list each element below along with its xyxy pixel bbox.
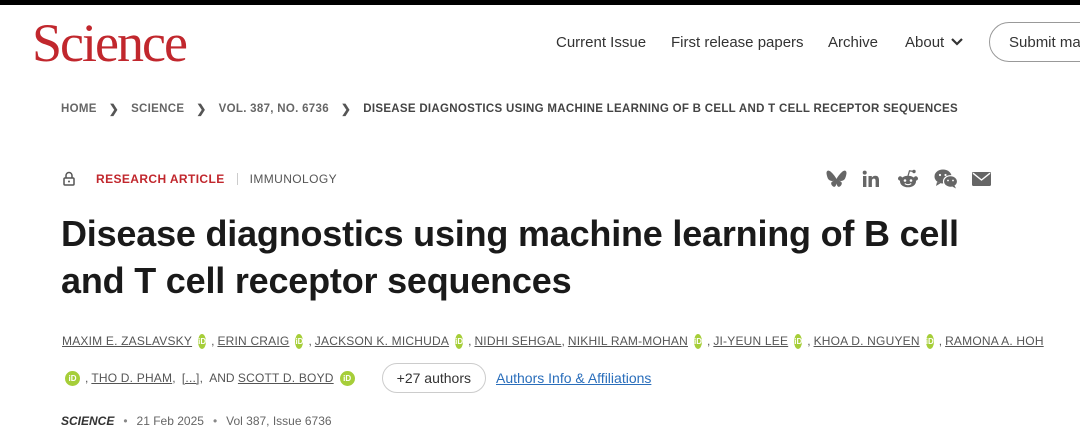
chevron-down-icon [951, 38, 963, 46]
author-name[interactable]: SCOTT D. BOYD [238, 371, 334, 385]
orcid-icon[interactable]: iD [198, 333, 207, 349]
breadcrumb-science[interactable]: SCIENCE [131, 103, 184, 115]
author-name[interactable]: KHOA D. NGUYEN [814, 334, 920, 348]
author-separator: , [561, 334, 565, 348]
author-name[interactable]: JI-YEUN LEE [713, 334, 788, 348]
email-icon [972, 172, 991, 186]
nav-first-release[interactable]: First release papers [671, 5, 804, 79]
orcid-icon[interactable]: iD [339, 370, 355, 386]
science-logo[interactable]: Science [32, 16, 188, 70]
nav-archive[interactable]: Archive [828, 5, 878, 79]
wechat-icon [934, 169, 958, 189]
reddit-icon [898, 169, 918, 188]
submit-manuscript-button[interactable]: Submit ma [989, 22, 1080, 62]
author-separator: , [172, 371, 179, 385]
orcid-icon[interactable]: iD [794, 333, 803, 349]
share-reddit[interactable] [897, 168, 919, 190]
article-type: RESEARCH ARTICLE [96, 171, 225, 186]
nav-about[interactable]: About [905, 5, 964, 79]
author-name[interactable]: THO D. PHAM [91, 371, 172, 385]
orcid-icon[interactable]: iD [295, 333, 304, 349]
author-separator: , [468, 334, 472, 348]
author-separator: , [211, 334, 215, 348]
more-authors-button[interactable]: +27 authors [381, 363, 486, 393]
article-meta-row: RESEARCH ARTICLE IMMUNOLOGY [62, 171, 337, 186]
author-separator: , [706, 334, 711, 348]
author-name[interactable]: RAMONA A. HOH [945, 334, 1044, 348]
author-list: MAXIM E. ZASLAVSKY iD, ERIN CRAIG iD, JACKSO… [62, 331, 1043, 393]
share-linkedin[interactable] [862, 168, 880, 190]
nav-current-issue-link[interactable]: Current Issue [556, 34, 646, 51]
linkedin-icon [862, 170, 879, 187]
nav-first-release-link[interactable]: First release papers [671, 34, 804, 51]
author-name[interactable]: MAXIM E. ZASLAVSKY [62, 334, 192, 348]
article-subject[interactable]: IMMUNOLOGY [250, 172, 337, 186]
breadcrumb: HOME ❯ SCIENCE ❯ VOL. 387, NO. 6736 ❯ DI… [61, 102, 958, 116]
author-separator: , [938, 334, 943, 348]
breadcrumb-current: DISEASE DIAGNOSTICS USING MACHINE LEARNI… [363, 103, 959, 115]
nav-current-issue[interactable]: Current Issue [556, 5, 646, 79]
chevron-right-icon: ❯ [108, 102, 120, 116]
orcid-icon[interactable]: iD [925, 333, 934, 349]
author-separator: , [308, 334, 312, 348]
article-content: HOME ❯ SCIENCE ❯ VOL. 387, NO. 6736 ❯ DI… [0, 79, 1080, 433]
nav-about-link[interactable]: About [905, 34, 944, 51]
bluesky-icon [826, 170, 847, 187]
author-name[interactable]: NIKHIL RAM-MOHAN [568, 334, 688, 348]
author-name[interactable]: ERIN CRAIG [217, 334, 289, 348]
author-name[interactable]: JACKSON K. MICHUDA [315, 334, 449, 348]
author-separator: , [807, 334, 811, 348]
site-header: Science Current Issue First release pape… [0, 5, 1080, 79]
share-email[interactable] [972, 168, 991, 190]
author-conjunction: AND [209, 371, 235, 385]
author-name[interactable]: NIDHI SEHGAL [474, 334, 561, 348]
share-bluesky[interactable] [826, 168, 847, 190]
orcid-icon[interactable]: iD [693, 333, 702, 349]
breadcrumb-home[interactable]: HOME [61, 103, 97, 115]
chevron-right-icon: ❯ [196, 102, 207, 116]
meta-separator: • [123, 414, 128, 428]
journal-name[interactable]: SCIENCE [61, 414, 114, 428]
divider [236, 172, 238, 185]
article-title: Disease diagnostics using machine learni… [61, 213, 959, 301]
author-line-1: MAXIM E. ZASLAVSKY iD, ERIN CRAIG iD, JACKSO… [62, 331, 1043, 351]
author-line-2: iD , THO D. PHAM , [...] , AND SCOTT D. … [62, 363, 1022, 393]
meta-separator: • [212, 414, 218, 428]
author-separator: , [199, 371, 207, 385]
author-separator: , [85, 371, 89, 385]
nav-archive-link[interactable]: Archive [828, 34, 878, 51]
breadcrumb-volume[interactable]: VOL. 387, NO. 6736 [219, 103, 329, 115]
more-authors-ellipsis[interactable]: [...] [182, 371, 200, 385]
share-wechat[interactable] [934, 168, 958, 190]
orcid-icon[interactable]: iD [455, 333, 464, 349]
publication-info: SCIENCE • 21 Feb 2025 • Vol 387, Issue 6… [61, 414, 332, 428]
lock-icon [63, 171, 75, 186]
authors-info-affiliations-link[interactable]: Authors Info & Affiliations [496, 370, 651, 386]
publication-date: 21 Feb 2025 [136, 414, 204, 428]
chevron-right-icon: ❯ [340, 102, 352, 116]
volume-issue[interactable]: Vol 387, Issue 6736 [226, 414, 331, 428]
orcid-icon[interactable]: iD [65, 370, 80, 386]
